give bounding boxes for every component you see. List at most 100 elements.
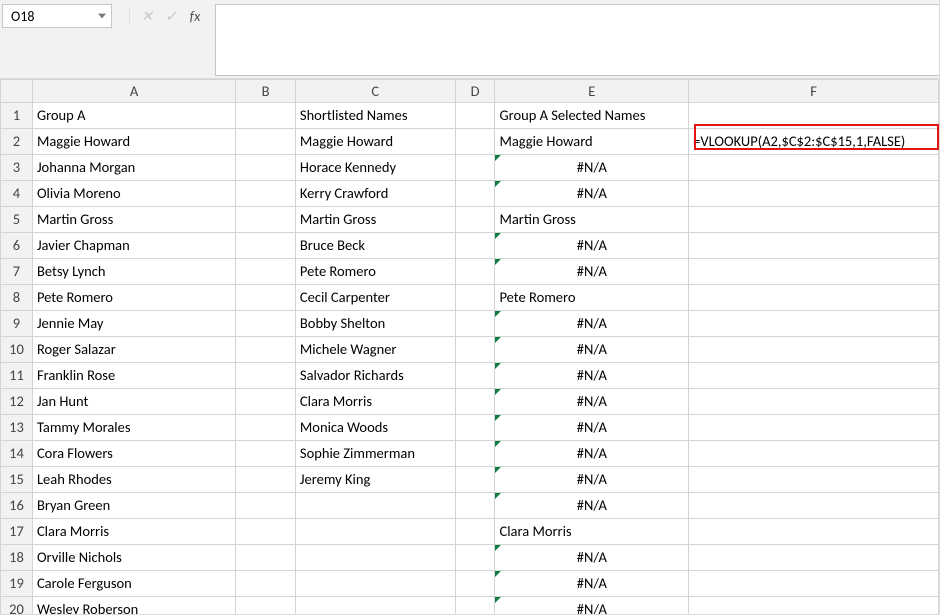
cell[interactable]: Cora Flowers bbox=[32, 441, 235, 467]
cell[interactable] bbox=[295, 597, 455, 615]
cell[interactable] bbox=[455, 571, 495, 597]
cell[interactable]: Shortlisted Names bbox=[295, 103, 455, 129]
col-header-F[interactable]: F bbox=[689, 80, 939, 103]
cell[interactable] bbox=[689, 493, 939, 519]
cell[interactable]: Wesley Roberson bbox=[32, 597, 235, 615]
cell[interactable]: Jennie May bbox=[32, 311, 235, 337]
row-header[interactable]: 7 bbox=[1, 259, 33, 285]
row-header[interactable]: 12 bbox=[1, 389, 33, 415]
cell[interactable]: #N/A bbox=[495, 363, 689, 389]
cell[interactable]: Javier Chapman bbox=[32, 233, 235, 259]
cell[interactable]: Group A bbox=[32, 103, 235, 129]
cell[interactable]: #N/A bbox=[495, 155, 689, 181]
row-header[interactable]: 8 bbox=[1, 285, 33, 311]
cell[interactable]: Roger Salazar bbox=[32, 337, 235, 363]
cell[interactable]: Michele Wagner bbox=[295, 337, 455, 363]
row-header[interactable]: 11 bbox=[1, 363, 33, 389]
cell[interactable]: Johanna Morgan bbox=[32, 155, 235, 181]
row-header[interactable]: 1 bbox=[1, 103, 33, 129]
cell[interactable] bbox=[236, 207, 296, 233]
cell[interactable]: Bobby Shelton bbox=[295, 311, 455, 337]
cell[interactable]: Carole Ferguson bbox=[32, 571, 235, 597]
cell[interactable]: Betsy Lynch bbox=[32, 259, 235, 285]
cell[interactable] bbox=[689, 285, 939, 311]
cell[interactable]: Kerry Crawford bbox=[295, 181, 455, 207]
cell[interactable] bbox=[295, 519, 455, 545]
row-header[interactable]: 6 bbox=[1, 233, 33, 259]
cell[interactable]: #N/A bbox=[495, 545, 689, 571]
cell[interactable]: Clara Morris bbox=[495, 519, 689, 545]
cell[interactable]: #N/A bbox=[495, 415, 689, 441]
cell[interactable]: #N/A bbox=[495, 181, 689, 207]
cell[interactable] bbox=[689, 545, 939, 571]
cell[interactable]: Clara Morris bbox=[32, 519, 235, 545]
row-header[interactable]: 13 bbox=[1, 415, 33, 441]
cell[interactable]: Maggie Howard bbox=[495, 129, 689, 155]
cell[interactable]: Pete Romero bbox=[32, 285, 235, 311]
cell[interactable]: #N/A bbox=[495, 441, 689, 467]
col-header-A[interactable]: A bbox=[32, 80, 235, 103]
cell[interactable]: Pete Romero bbox=[295, 259, 455, 285]
cell[interactable] bbox=[236, 285, 296, 311]
cell[interactable]: Maggie Howard bbox=[32, 129, 235, 155]
cell[interactable]: Martin Gross bbox=[495, 207, 689, 233]
cell[interactable] bbox=[295, 493, 455, 519]
row-header[interactable]: 9 bbox=[1, 311, 33, 337]
cell[interactable] bbox=[455, 493, 495, 519]
row-header[interactable]: 3 bbox=[1, 155, 33, 181]
cell[interactable] bbox=[455, 363, 495, 389]
cell[interactable]: Clara Morris bbox=[295, 389, 455, 415]
cell[interactable]: Tammy Morales bbox=[32, 415, 235, 441]
cell[interactable] bbox=[236, 259, 296, 285]
cell[interactable] bbox=[455, 545, 495, 571]
cell[interactable] bbox=[689, 259, 939, 285]
cell[interactable] bbox=[236, 571, 296, 597]
cell[interactable]: Monica Woods bbox=[295, 415, 455, 441]
row-header[interactable]: 15 bbox=[1, 467, 33, 493]
cell[interactable] bbox=[455, 259, 495, 285]
cell[interactable] bbox=[236, 467, 296, 493]
cell[interactable] bbox=[236, 545, 296, 571]
cell[interactable] bbox=[236, 389, 296, 415]
chevron-down-icon[interactable] bbox=[97, 11, 107, 21]
cell[interactable] bbox=[236, 493, 296, 519]
row-header[interactable]: 16 bbox=[1, 493, 33, 519]
row-header[interactable]: 19 bbox=[1, 571, 33, 597]
cell[interactable] bbox=[689, 337, 939, 363]
cell[interactable]: #N/A bbox=[495, 571, 689, 597]
cell[interactable] bbox=[455, 207, 495, 233]
spreadsheet-grid[interactable]: A B C D E F 1 Group A Shortlisted Names … bbox=[0, 79, 939, 614]
cell[interactable] bbox=[689, 155, 939, 181]
cell[interactable] bbox=[455, 337, 495, 363]
cell[interactable] bbox=[455, 415, 495, 441]
cell[interactable] bbox=[236, 363, 296, 389]
cell[interactable] bbox=[236, 415, 296, 441]
cell[interactable]: #N/A bbox=[495, 311, 689, 337]
col-header-E[interactable]: E bbox=[495, 80, 689, 103]
cell[interactable] bbox=[236, 337, 296, 363]
row-header[interactable]: 18 bbox=[1, 545, 33, 571]
cell[interactable] bbox=[236, 181, 296, 207]
cell[interactable] bbox=[236, 519, 296, 545]
cell[interactable]: Jan Hunt bbox=[32, 389, 235, 415]
cell[interactable] bbox=[455, 389, 495, 415]
cell[interactable] bbox=[455, 467, 495, 493]
cell[interactable]: Leah Rhodes bbox=[32, 467, 235, 493]
cell[interactable]: #N/A bbox=[495, 493, 689, 519]
cell[interactable] bbox=[689, 207, 939, 233]
cell[interactable]: Maggie Howard bbox=[295, 129, 455, 155]
cell[interactable] bbox=[455, 311, 495, 337]
cell[interactable]: #N/A bbox=[495, 597, 689, 615]
cell[interactable] bbox=[689, 181, 939, 207]
cell[interactable]: Martin Gross bbox=[32, 207, 235, 233]
cell[interactable] bbox=[236, 311, 296, 337]
cell[interactable] bbox=[236, 441, 296, 467]
cell[interactable]: #N/A bbox=[495, 233, 689, 259]
cell[interactable]: Orville Nichols bbox=[32, 545, 235, 571]
cell[interactable]: Cecil Carpenter bbox=[295, 285, 455, 311]
cell[interactable] bbox=[295, 545, 455, 571]
cell[interactable] bbox=[236, 155, 296, 181]
cell[interactable] bbox=[236, 597, 296, 615]
cell[interactable]: Salvador Richards bbox=[295, 363, 455, 389]
col-header-C[interactable]: C bbox=[295, 80, 455, 103]
